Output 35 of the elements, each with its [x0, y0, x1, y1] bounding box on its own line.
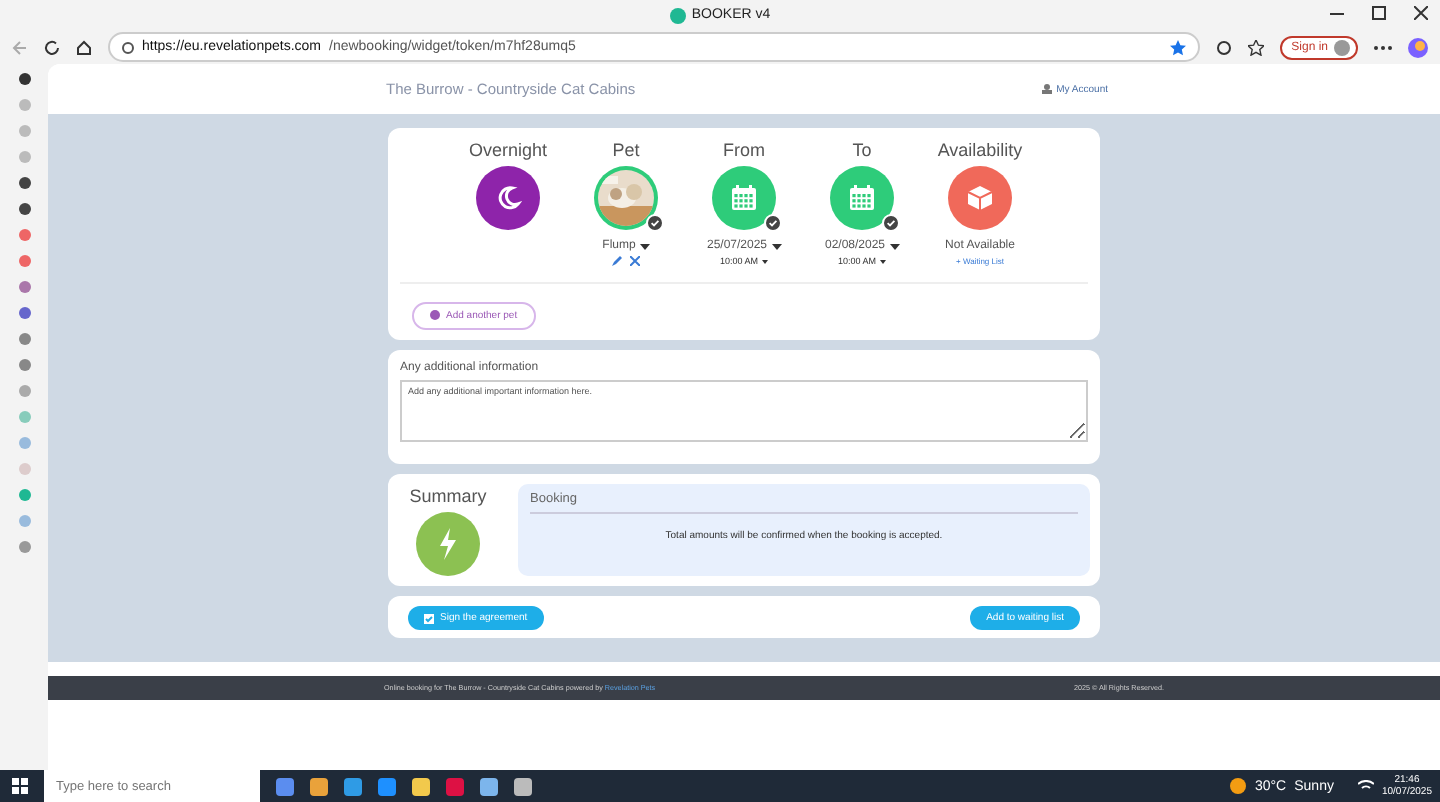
reload-icon[interactable]	[44, 39, 60, 55]
caret-icon	[880, 260, 886, 264]
summary-title: Summary	[409, 485, 487, 505]
star-icon[interactable]	[1169, 39, 1186, 55]
app-logo-icon	[669, 7, 686, 23]
column-label: Availability	[937, 140, 1023, 160]
remove-icon[interactable]	[630, 256, 640, 266]
checkbox-icon	[424, 613, 434, 623]
lightning-icon	[416, 511, 480, 575]
user-icon	[1042, 84, 1053, 94]
home-icon[interactable]	[76, 39, 92, 55]
favorites-icon[interactable]	[1247, 39, 1264, 55]
start-icon[interactable]	[12, 778, 28, 794]
calendar-icon	[848, 184, 876, 212]
column-label: To	[852, 140, 872, 160]
pet-avatar[interactable]	[594, 166, 658, 230]
status-circle[interactable]	[476, 166, 540, 230]
status-circle[interactable]	[948, 166, 1012, 230]
column-label: From	[723, 140, 765, 160]
caret-icon	[639, 243, 650, 249]
status-circle[interactable]	[712, 166, 776, 230]
status-circle[interactable]	[830, 166, 894, 230]
calendar-icon	[730, 184, 758, 212]
maximize-icon[interactable]	[1372, 6, 1386, 20]
column-label: Overnight	[468, 140, 548, 160]
box-icon	[966, 184, 994, 212]
avatar-icon	[1334, 39, 1350, 55]
wifi-icon[interactable]	[1357, 780, 1374, 792]
sun-icon	[1230, 778, 1247, 794]
moon-icon	[494, 184, 522, 212]
caret-icon	[762, 260, 768, 264]
close-icon[interactable]	[1414, 6, 1428, 20]
edit-icon[interactable]	[612, 256, 622, 266]
column-label: Pet	[612, 140, 640, 160]
more-icon[interactable]	[1374, 43, 1392, 51]
